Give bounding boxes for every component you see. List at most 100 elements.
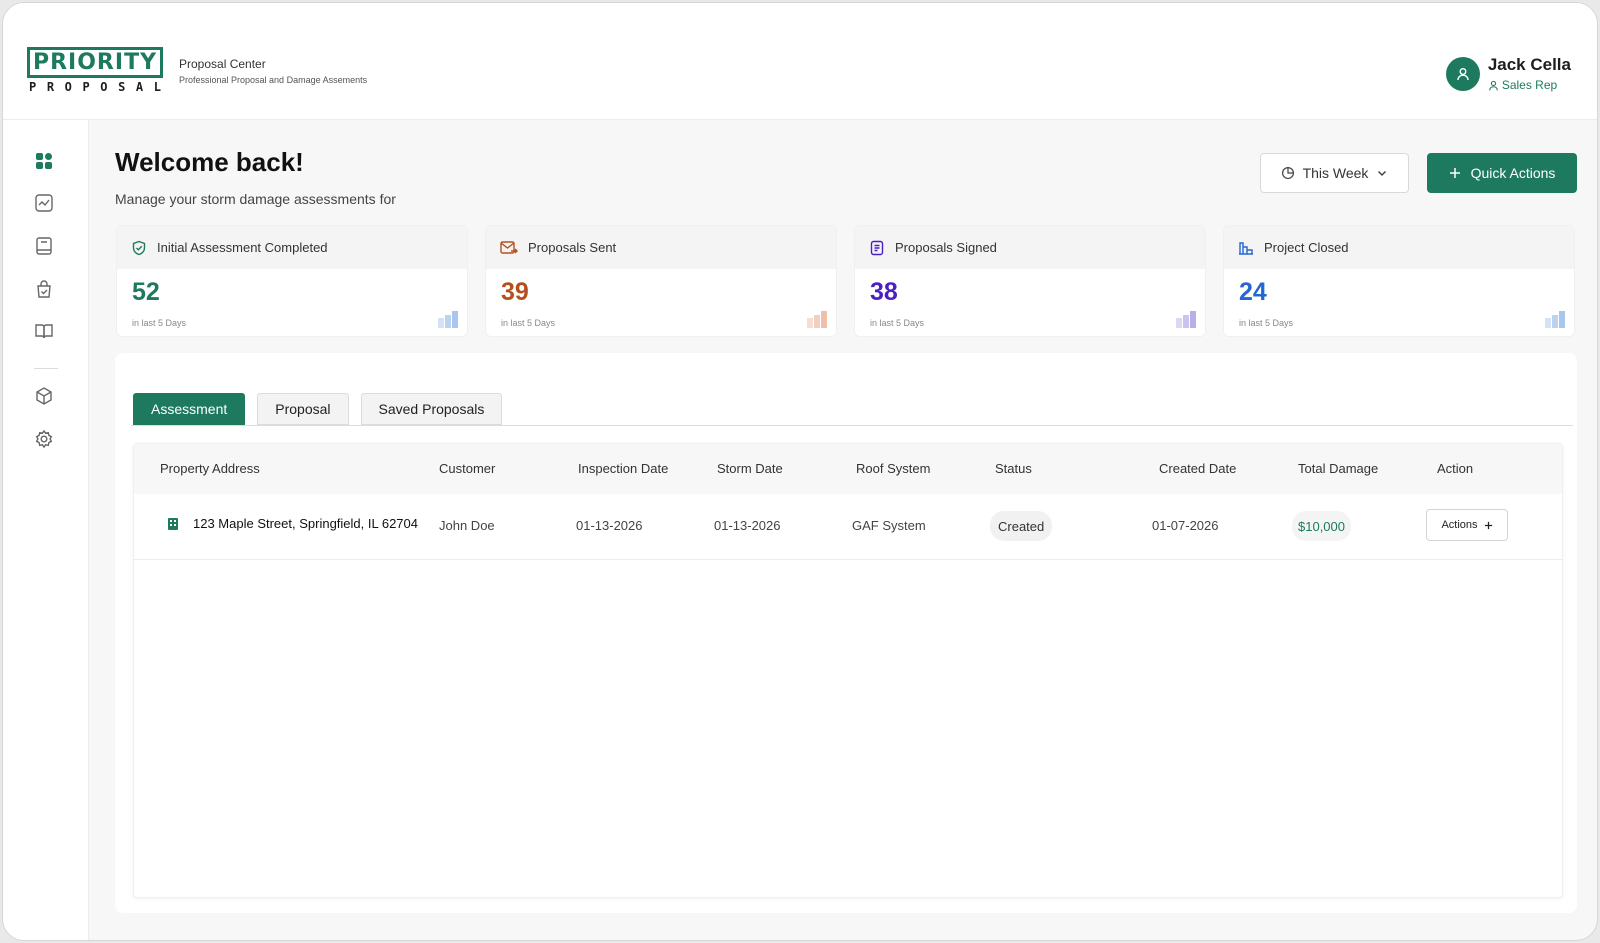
stat-card-header: Project Closed (1224, 226, 1574, 269)
app-window: PRIORITY P R O P O S A L Proposal Center… (2, 2, 1598, 941)
user-icon (1457, 67, 1469, 80)
inspection-date-cell: 01-13-2026 (576, 518, 643, 533)
column-header[interactable]: Roof System (856, 461, 930, 476)
logo-letter: O (64, 80, 72, 94)
user-role-label: Sales Rep (1501, 78, 1558, 92)
stat-card-header: Proposals Sent (486, 226, 836, 269)
stat-card-header: Initial Assessment Completed (117, 226, 467, 269)
settings-icon (35, 429, 53, 449)
stat-note: in last 5 Days (1239, 318, 1294, 328)
dashboard-icon (36, 153, 52, 169)
sidebar-item-orders[interactable] (33, 278, 55, 300)
column-header[interactable]: Total Damage (1298, 461, 1378, 476)
priority-proposal-logo[interactable]: PRIORITY P R O P O S A L (27, 47, 163, 94)
column-header[interactable]: Customer (439, 461, 495, 476)
stat-label: Proposals Signed (895, 240, 997, 255)
user-profile[interactable]: Jack Cella Sales Rep (1445, 55, 1571, 92)
user-name: Jack Cella (1487, 55, 1571, 74)
page-title: Welcome back! (115, 147, 304, 177)
quick-actions-label: Quick Actions (1470, 165, 1556, 181)
stat-label: Project Closed (1264, 240, 1349, 255)
sidebar-divider (34, 368, 58, 369)
stat-value: 38 (870, 278, 898, 306)
sidebar-item-settings[interactable] (33, 428, 55, 450)
stat-card-header: Proposals Signed (855, 226, 1205, 269)
period-dropdown[interactable]: This Week (1260, 153, 1409, 193)
page-subtitle: Manage your storm damage assessments for (115, 191, 396, 207)
top-header: PRIORITY P R O P O S A L Proposal Center… (3, 3, 1597, 120)
tab-saved-proposals[interactable]: Saved Proposals (360, 393, 503, 425)
assessment-panel: Assessment Proposal Saved Proposals Prop… (115, 353, 1577, 913)
storm-date-cell: 01-13-2026 (714, 518, 781, 533)
stat-note: in last 5 Days (132, 318, 187, 328)
column-header[interactable]: Property Address (160, 461, 260, 476)
period-label: This Week (1302, 165, 1369, 181)
tabs-divider (131, 425, 1573, 426)
mini-bar-chart-icon (438, 311, 458, 328)
building-chart-icon (1239, 241, 1253, 255)
stat-label: Proposals Sent (528, 240, 617, 255)
app-subtitle: Professional Proposal and Damage Assemen… (179, 75, 368, 85)
quick-actions-button[interactable]: Quick Actions (1427, 153, 1577, 193)
total-damage-badge: $10,000 (1292, 511, 1351, 541)
stat-value: 24 (1239, 278, 1267, 306)
stat-value: 39 (501, 278, 529, 306)
sidebar-item-products[interactable] (33, 385, 55, 407)
tab-assessment[interactable]: Assessment (133, 393, 246, 425)
logo-letter: A (135, 80, 144, 94)
logo-letter: P (82, 80, 90, 94)
clipboard-icon (870, 240, 884, 255)
mini-bar-chart-icon (807, 311, 827, 328)
stat-card-project-closed[interactable]: Project Closed 24 in last 5 Days (1223, 225, 1575, 337)
address-cell[interactable]: 123 Maple Street, Springfield, IL 62704 (167, 516, 418, 531)
sidebar-item-library[interactable] (33, 320, 55, 342)
column-header[interactable]: Storm Date (717, 461, 783, 476)
bag-check-icon (37, 280, 51, 298)
plus-icon (1484, 521, 1492, 529)
actions-label: Actions (1441, 519, 1478, 531)
user-small-icon (1488, 80, 1498, 90)
logo-letter: S (118, 80, 126, 94)
roof-system-cell: GAF System (852, 518, 926, 533)
row-actions-button[interactable]: Actions (1426, 509, 1508, 541)
table-header: Property Address Customer Inspection Dat… (134, 444, 1562, 494)
shield-check-icon (132, 240, 146, 255)
book-icon (35, 324, 53, 339)
chevron-down-icon (1378, 170, 1387, 177)
status-badge: Created (990, 511, 1053, 541)
activity-icon (35, 194, 53, 212)
sidebar-item-activity[interactable] (33, 192, 55, 214)
column-header: Action (1437, 461, 1474, 476)
column-header[interactable]: Created Date (1159, 461, 1236, 476)
tab-proposal[interactable]: Proposal (257, 393, 349, 425)
stat-card-proposals-signed[interactable]: Proposals Signed 38 in last 5 Days (854, 225, 1206, 337)
stat-card-proposals-sent[interactable]: Proposals Sent 39 in last 5 Days (485, 225, 837, 337)
building-icon (168, 518, 178, 530)
address-text: 123 Maple Street, Springfield, IL 62704 (193, 516, 418, 531)
logo-letter: R (46, 80, 55, 94)
stat-label: Initial Assessment Completed (157, 240, 328, 255)
tab-bar: Assessment Proposal Saved Proposals (133, 393, 503, 425)
logo-sub-text: P R O P O S A L (27, 80, 163, 94)
stat-note: in last 5 Days (870, 318, 925, 328)
column-header[interactable]: Inspection Date (578, 461, 668, 476)
sidebar-item-dashboard[interactable] (33, 150, 55, 172)
created-date-cell: 01-07-2026 (1152, 518, 1219, 533)
customer-cell: John Doe (439, 518, 495, 533)
sidebar (3, 120, 89, 940)
avatar[interactable] (1445, 56, 1480, 91)
box-icon (36, 387, 52, 405)
column-header[interactable]: Status (995, 461, 1032, 476)
stat-value: 52 (132, 278, 160, 306)
mini-bar-chart-icon (1176, 311, 1196, 328)
table-row[interactable]: 123 Maple Street, Springfield, IL 62704 … (134, 494, 1562, 560)
sidebar-item-documents[interactable] (33, 235, 55, 257)
stat-card-assessment[interactable]: Initial Assessment Completed 52 in last … (116, 225, 468, 337)
app-title: Proposal Center (179, 57, 266, 71)
plus-icon (1449, 168, 1460, 178)
pie-chart-icon (1281, 166, 1294, 180)
user-role: Sales Rep (1488, 78, 1571, 92)
logo-letter: L (153, 80, 161, 94)
logo-main-text: PRIORITY (27, 47, 163, 78)
mail-send-icon (500, 240, 518, 254)
